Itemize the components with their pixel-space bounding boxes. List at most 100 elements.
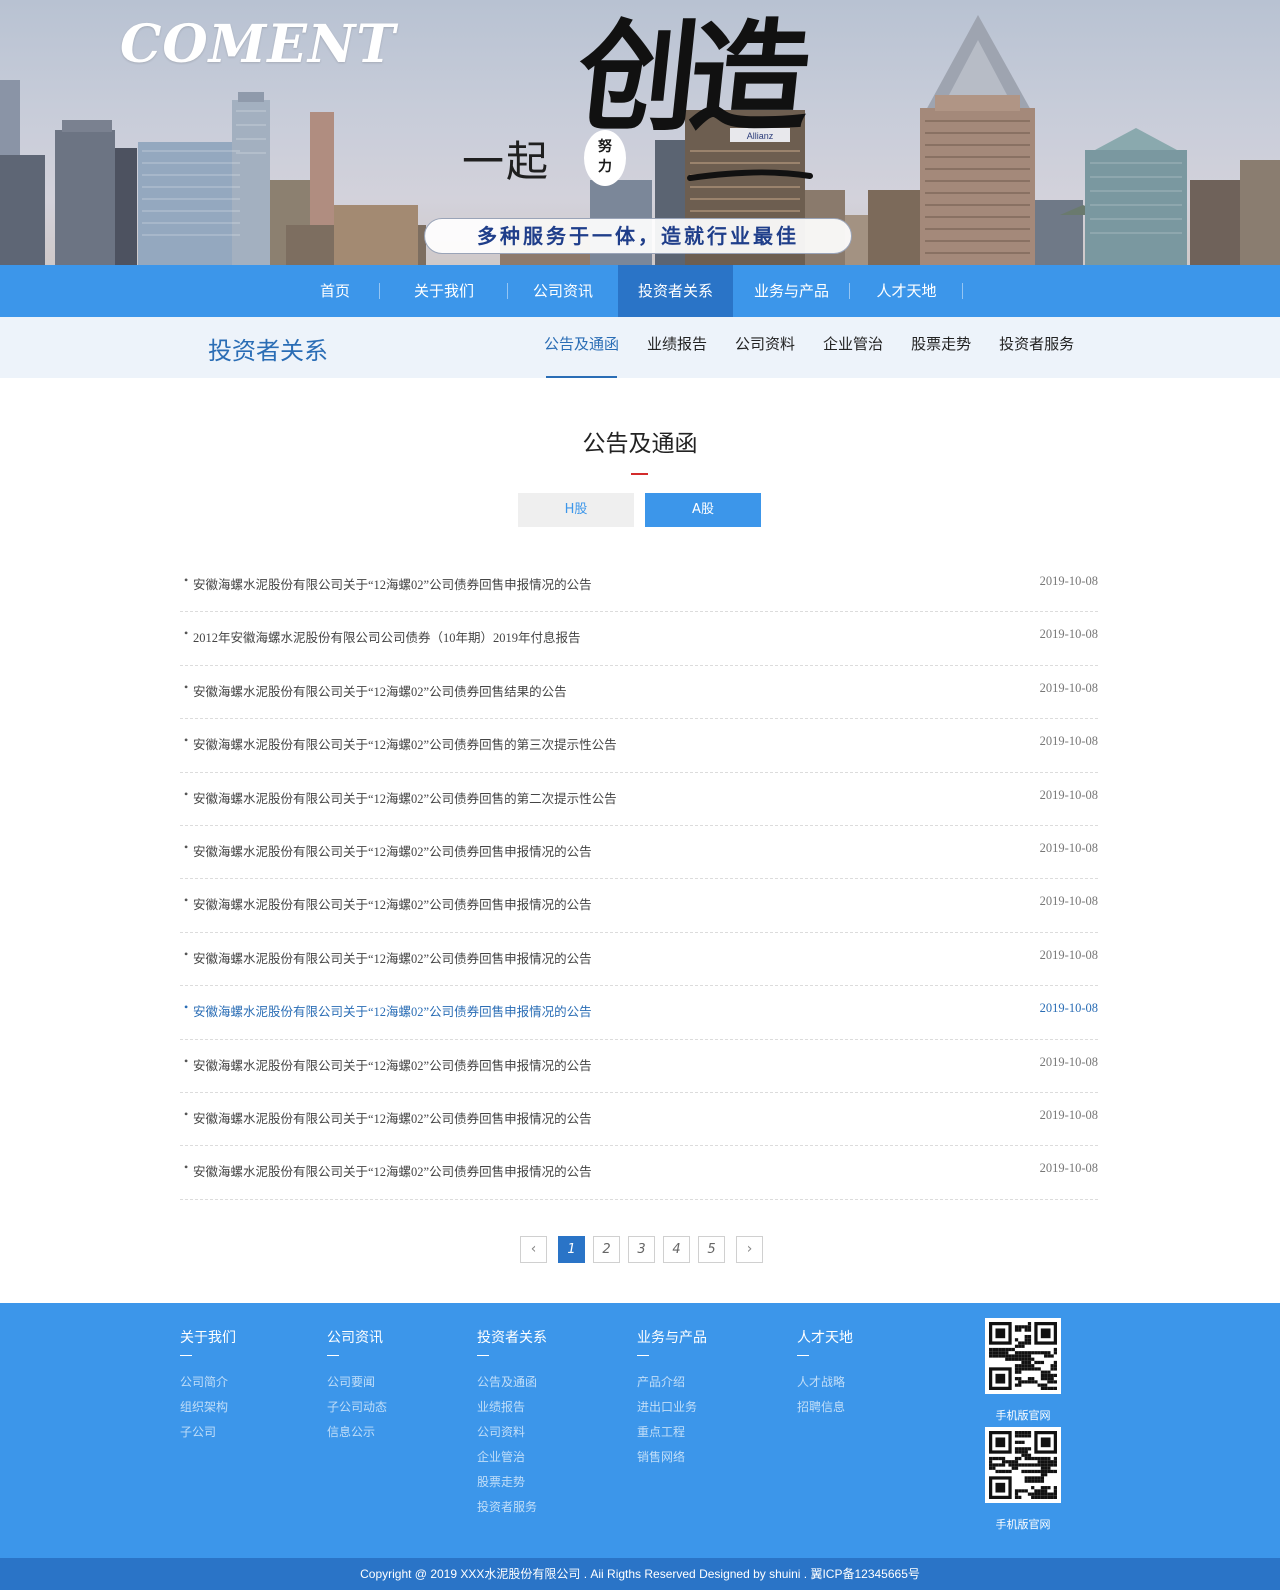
footer-link[interactable]: 股票走势 (477, 1470, 547, 1495)
tab-announcements[interactable]: 公告及通函 (530, 317, 633, 378)
page-title: 公告及通函 (582, 431, 698, 457)
footer-link[interactable]: 重点工程 (637, 1420, 707, 1445)
list-item[interactable]: • 安徽海螺水泥股份有限公司关于“12海螺02”公司债券回售申报情况的公告 2019… (180, 559, 1098, 613)
tab-investor-services[interactable]: 投资者服务 (985, 317, 1088, 378)
footer-link[interactable]: 招聘信息 (797, 1395, 853, 1420)
announcement-title[interactable]: 安徽海螺水泥股份有限公司关于“12海螺02”公司债券回售的第三次提示性公告 (193, 734, 617, 753)
announcement-title[interactable]: 安徽海螺水泥股份有限公司关于“12海螺02”公司债券回售申报情况的公告 (193, 574, 592, 593)
page-button-4[interactable]: 4 (663, 1236, 690, 1263)
announcement-list: • 安徽海螺水泥股份有限公司关于“12海螺02”公司债券回售申报情况的公告 2019… (180, 559, 1098, 1200)
footer-col-investor: 投资者关系 公告及通函 业绩报告 公司资料 企业管治 股票走势 投资者服务 (477, 1327, 547, 1520)
nav-item-business-products[interactable]: 业务与产品 (733, 265, 850, 317)
page-button-1[interactable]: 1 (558, 1236, 585, 1263)
announcement-title[interactable]: 2012年安徽海螺水泥股份有限公司公司债券（10年期）2019年付息报告 (193, 627, 581, 646)
announcement-date: 2019-10-08 (1039, 627, 1098, 642)
banner-headline-calligraphy: 创造 (570, 7, 810, 148)
tab-stock-trend[interactable]: 股票走势 (897, 317, 985, 378)
announcement-title[interactable]: 安徽海螺水泥股份有限公司关于“12海螺02”公司债券回售申报情况的公告 (193, 1161, 592, 1180)
announcement-date: 2019-10-08 (1039, 680, 1098, 695)
page-button-3[interactable]: 3 (628, 1236, 655, 1263)
footer-link[interactable]: 公告及通函 (477, 1370, 547, 1395)
footer-link[interactable]: 组织架构 (180, 1395, 236, 1420)
qr-code-graphic (989, 1431, 1057, 1499)
list-item[interactable]: • 安徽海螺水泥股份有限公司关于“12海螺02”公司债券回售的第二次提示性公告 20… (180, 773, 1098, 826)
banner-headline-lead: 一起 (462, 137, 551, 186)
announcement-title[interactable]: 安徽海螺水泥股份有限公司关于“12海螺02”公司债券回售申报情况的公告 (193, 1108, 592, 1127)
footer-col-news: 公司资讯 公司要闻 子公司动态 信息公示 (327, 1327, 387, 1445)
tab-corporate-governance[interactable]: 企业管治 (809, 317, 897, 378)
nav-item-about[interactable]: 关于我们 (380, 265, 508, 317)
bullet-icon: • (184, 573, 189, 587)
a-share-tab[interactable]: A股 (645, 493, 761, 527)
next-page-icon[interactable]: › (736, 1236, 763, 1263)
qr-caption: 手机版官网 (995, 1409, 1051, 1422)
footer-link[interactable]: 进出口业务 (637, 1395, 707, 1420)
page-button-5[interactable]: 5 (698, 1236, 725, 1263)
bullet-icon: • (184, 626, 189, 641)
brand-logo: COMENT (120, 14, 397, 75)
announcement-title[interactable]: 安徽海螺水泥股份有限公司关于“12海螺02”公司债券回售申报情况的公告 (193, 948, 592, 967)
tab-results-reports[interactable]: 业绩报告 (633, 317, 721, 378)
footer-col-title[interactable]: 业务与产品 (637, 1327, 707, 1347)
announcement-date: 2019-10-08 (1039, 947, 1098, 962)
footer-link[interactable]: 子公司动态 (327, 1395, 387, 1420)
footer-link[interactable]: 公司资料 (477, 1420, 547, 1445)
footer-link[interactable]: 公司简介 (180, 1370, 236, 1395)
page-button-2[interactable]: 2 (593, 1236, 620, 1263)
announcement-title[interactable]: 安徽海螺水泥股份有限公司关于“12海螺02”公司债券回售的第二次提示性公告 (193, 788, 617, 807)
announcement-title[interactable]: 安徽海螺水泥股份有限公司关于“12海螺02”公司债券回售申报情况的公告 (193, 841, 592, 860)
list-item[interactable]: • 安徽海螺水泥股份有限公司关于“12海螺02”公司债券回售申报情况的公告 2019… (180, 1146, 1098, 1200)
footer-col-title[interactable]: 关于我们 (180, 1327, 236, 1347)
footer-link[interactable]: 产品介绍 (637, 1370, 707, 1395)
footer-col-title[interactable]: 投资者关系 (477, 1327, 547, 1347)
tab-company-info[interactable]: 公司资料 (721, 317, 809, 378)
announcement-title[interactable]: 安徽海螺水泥股份有限公司关于“12海螺02”公司债券回售申报情况的公告 (193, 894, 592, 913)
banner-slogan: 多种服务于一体，造就行业最佳 (424, 218, 852, 254)
bullet-icon: • (184, 1160, 189, 1175)
announcement-date: 2019-10-08 (1039, 1161, 1098, 1176)
list-item[interactable]: • 安徽海螺水泥股份有限公司关于“12海螺02”公司债券回售申报情况的公告 2019… (180, 879, 1098, 933)
section-title: 投资者关系 (208, 337, 328, 365)
qr-code-icon (985, 1427, 1061, 1503)
announcement-title[interactable]: 安徽海螺水泥股份有限公司关于“12海螺02”公司债券回售结果的公告 (193, 681, 567, 700)
nav-item-home[interactable]: 首页 (290, 265, 380, 317)
announcement-title[interactable]: 安徽海螺水泥股份有限公司关于“12海螺02”公司债券回售申报情况的公告 (193, 1055, 592, 1074)
nav-item-investor-relations[interactable]: 投资者关系 (618, 265, 733, 317)
footer-link[interactable]: 信息公示 (327, 1420, 387, 1445)
footer-col-title[interactable]: 人才天地 (797, 1327, 853, 1347)
footer-col-about: 关于我们 公司简介 组织架构 子公司 (180, 1327, 236, 1445)
footer-link[interactable]: 企业管治 (477, 1445, 547, 1470)
bullet-icon: • (184, 1000, 189, 1015)
announcement-date: 2019-10-08 (1039, 787, 1098, 802)
title-underline (631, 473, 648, 475)
footer-col-divider (180, 1355, 192, 1356)
bullet-icon: • (184, 1106, 189, 1121)
h-share-tab[interactable]: H股 (518, 493, 634, 527)
footer-link[interactable]: 人才战略 (797, 1370, 853, 1395)
list-item[interactable]: • 安徽海螺水泥股份有限公司关于“12海螺02”公司债券回售申报情况的公告 2019… (180, 933, 1098, 987)
footer-col-divider (637, 1355, 649, 1356)
list-item[interactable]: • 安徽海螺水泥股份有限公司关于“12海螺02”公司债券回售的第三次提示性公告 20… (180, 719, 1098, 773)
footer-link[interactable]: 销售网络 (637, 1445, 707, 1470)
footer-link[interactable]: 投资者服务 (477, 1495, 547, 1520)
footer-link[interactable]: 业绩报告 (477, 1395, 547, 1420)
list-item[interactable]: • 安徽海螺水泥股份有限公司关于“12海螺02”公司债券回售结果的公告 2019-1… (180, 666, 1098, 720)
footer-col-title[interactable]: 公司资讯 (327, 1327, 387, 1347)
announcement-title[interactable]: 安徽海螺水泥股份有限公司关于“12海螺02”公司债券回售申报情况的公告 (193, 1001, 592, 1020)
list-item[interactable]: • 安徽海螺水泥股份有限公司关于“12海螺02”公司债券回售申报情况的公告 2019… (180, 1093, 1098, 1147)
list-item[interactable]: • 安徽海螺水泥股份有限公司关于“12海螺02”公司债券回售申报情况的公告 2019… (180, 826, 1098, 880)
footer-link[interactable]: 子公司 (180, 1420, 236, 1445)
list-item[interactable]: • 安徽海螺水泥股份有限公司关于“12海螺02”公司债券回售申报情况的公告 2019… (180, 1040, 1098, 1093)
nav-item-talent[interactable]: 人才天地 (850, 265, 963, 317)
bullet-icon: • (184, 839, 189, 854)
announcement-date: 2019-10-08 (1039, 1054, 1098, 1069)
list-item[interactable]: • 安徽海螺水泥股份有限公司关于“12海螺02”公司债券回售申报情况的公告 2019… (180, 986, 1098, 1040)
announcement-date: 2019-10-08 (1039, 1001, 1098, 1016)
announcement-date: 2019-10-08 (1039, 894, 1098, 909)
bullet-icon: • (184, 679, 189, 694)
nav-item-news[interactable]: 公司资讯 (508, 265, 618, 317)
list-item[interactable]: • 2012年安徽海螺水泥股份有限公司公司债券（10年期）2019年付息报告 201… (180, 612, 1098, 666)
prev-page-icon[interactable]: ‹ (520, 1236, 547, 1263)
footer-link[interactable]: 公司要闻 (327, 1370, 387, 1395)
qr-caption: 手机版官网 (995, 1518, 1051, 1531)
